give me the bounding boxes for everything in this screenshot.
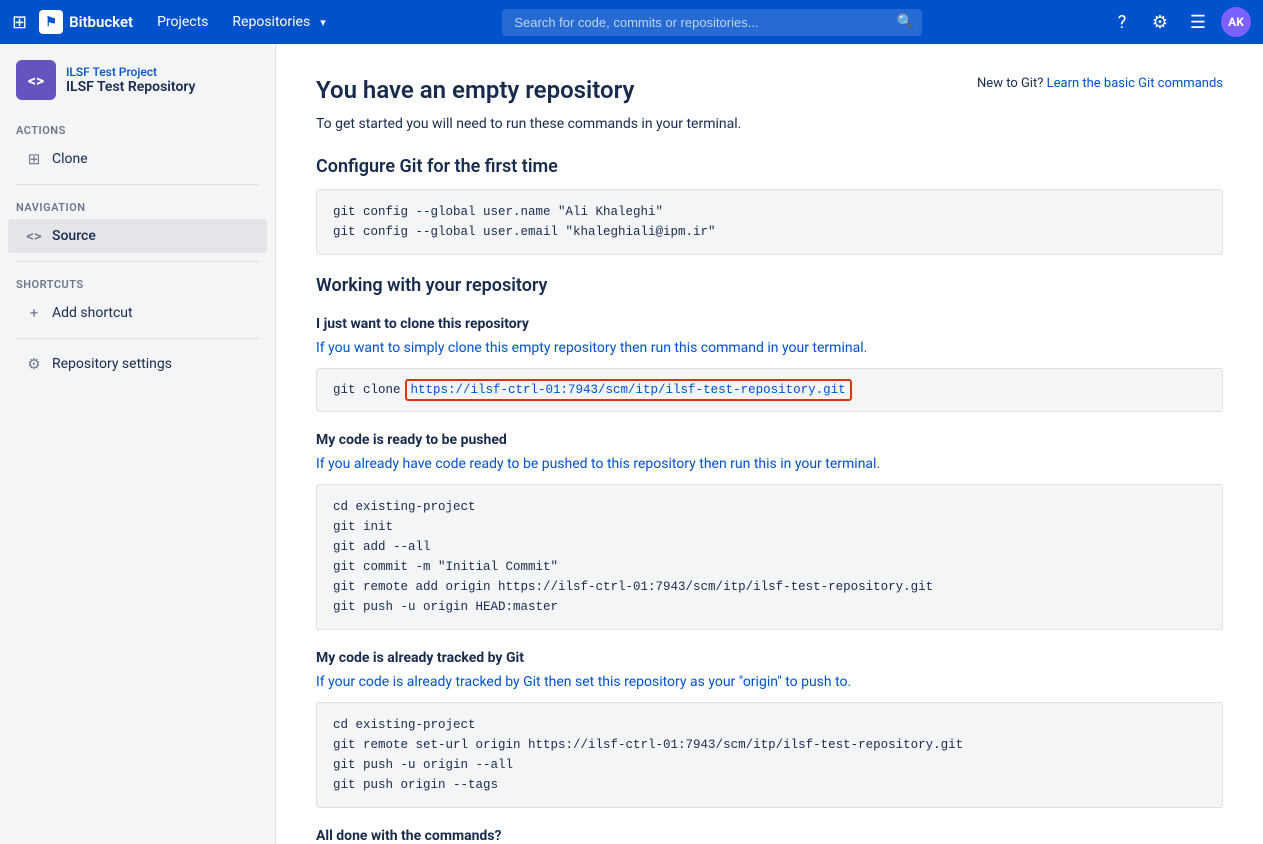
search-icon: 🔍: [897, 14, 914, 30]
sidebar-divider-3: [16, 338, 259, 339]
configure-git-code: git config --global user.name "Ali Khale…: [316, 189, 1223, 255]
actions-section-label: ACTIONS: [0, 116, 275, 141]
logo-text: Bitbucket: [69, 13, 133, 31]
navigation-section-label: NAVIGATION: [0, 193, 275, 218]
repo-text: ILSF Test Project ILSF Test Repository: [66, 65, 195, 95]
source-icon: <>: [24, 227, 44, 245]
settings-icon[interactable]: ⚙: [1145, 7, 1175, 37]
new-to-git-text: New to Git?: [977, 76, 1043, 91]
clone-section-title: I just want to clone this repository: [316, 316, 1223, 332]
repo-icon: <>: [16, 60, 56, 100]
configure-git-title: Configure Git for the first time: [316, 156, 1223, 177]
tracked-subtitle-link[interactable]: If your code is already tracked by Git t…: [316, 674, 851, 690]
nav-icons: ? ⚙ ☰ AK: [1107, 7, 1251, 37]
top-navigation: ⊞ ⚑ Bitbucket Projects Repositories ▾ 🔍 …: [0, 0, 1263, 44]
source-nav-item[interactable]: <> Source: [8, 219, 267, 253]
clone-icon: ⊞: [24, 150, 44, 168]
plus-icon: +: [24, 304, 44, 322]
clone-subtitle-link[interactable]: If you want to simply clone this empty r…: [316, 340, 867, 356]
sidebar-divider-1: [16, 184, 259, 185]
logo[interactable]: ⚑ Bitbucket: [39, 10, 133, 34]
tracked-subtitle: If your code is already tracked by Git t…: [316, 674, 1223, 690]
bitbucket-logo-icon: ⚑: [39, 10, 63, 34]
source-label: Source: [52, 228, 96, 244]
tracked-section: My code is already tracked by Git If you…: [316, 650, 1223, 808]
clone-prefix-text: git clone: [333, 383, 401, 397]
learn-git-link[interactable]: Learn the basic Git commands: [1047, 76, 1223, 91]
shortcuts-section-label: SHORTCUTS: [0, 270, 275, 295]
projects-nav-link[interactable]: Projects: [149, 10, 216, 34]
repo-icon-symbol: <>: [28, 71, 44, 90]
sidebar-divider-2: [16, 261, 259, 262]
help-icon[interactable]: ?: [1107, 7, 1137, 37]
push-section-title: My code is ready to be pushed: [316, 432, 1223, 448]
repositories-nav[interactable]: Repositories ▾: [224, 10, 325, 34]
new-to-git-banner: New to Git? Learn the basic Git commands: [977, 76, 1223, 91]
add-shortcut-label: Add shortcut: [52, 305, 133, 321]
gear-icon: ⚙: [24, 355, 44, 373]
app-layout: <> ILSF Test Project ILSF Test Repositor…: [0, 44, 1263, 844]
page-header: You have an empty repository New to Git?…: [316, 76, 1223, 104]
clone-command-block: git clone https://ilsf-ctrl-01:7943/scm/…: [316, 368, 1223, 412]
sidebar: <> ILSF Test Project ILSF Test Repositor…: [0, 44, 276, 844]
page-subtitle: To get started you will need to run thes…: [316, 116, 1223, 132]
clone-subtitle: If you want to simply clone this empty r…: [316, 340, 1223, 356]
clone-url-link[interactable]: https://ilsf-ctrl-01:7943/scm/itp/ilsf-t…: [405, 379, 852, 401]
repo-name: ILSF Test Repository: [66, 79, 195, 95]
repo-header: <> ILSF Test Project ILSF Test Repositor…: [0, 60, 275, 116]
search-bar[interactable]: 🔍: [502, 9, 922, 36]
repo-settings-label: Repository settings: [52, 356, 172, 372]
chevron-down-icon: ▾: [320, 16, 326, 29]
tracked-section-title: My code is already tracked by Git: [316, 650, 1223, 666]
repositories-nav-link[interactable]: Repositories: [224, 10, 318, 34]
working-title: Working with your repository: [316, 275, 1223, 296]
all-done-title: All done with the commands?: [316, 828, 1223, 844]
avatar[interactable]: AK: [1221, 7, 1251, 37]
push-section: My code is ready to be pushed If you alr…: [316, 432, 1223, 630]
push-subtitle-link[interactable]: If you already have code ready to be pus…: [316, 456, 880, 472]
notifications-icon[interactable]: ☰: [1183, 7, 1213, 37]
tracked-code-block: cd existing-project git remote set-url o…: [316, 702, 1223, 808]
project-link[interactable]: ILSF Test Project: [66, 65, 195, 79]
clone-action[interactable]: ⊞ Clone: [8, 142, 267, 176]
main-content: You have an empty repository New to Git?…: [276, 44, 1263, 844]
repo-settings-item[interactable]: ⚙ Repository settings: [8, 347, 267, 381]
add-shortcut-item[interactable]: + Add shortcut: [8, 296, 267, 330]
push-code-block: cd existing-project git init git add --a…: [316, 484, 1223, 630]
clone-section: I just want to clone this repository If …: [316, 316, 1223, 412]
search-input[interactable]: [502, 9, 922, 36]
page-title: You have an empty repository: [316, 76, 634, 104]
push-subtitle: If you already have code ready to be pus…: [316, 456, 1223, 472]
clone-label: Clone: [52, 151, 88, 167]
grid-icon[interactable]: ⊞: [12, 12, 27, 33]
